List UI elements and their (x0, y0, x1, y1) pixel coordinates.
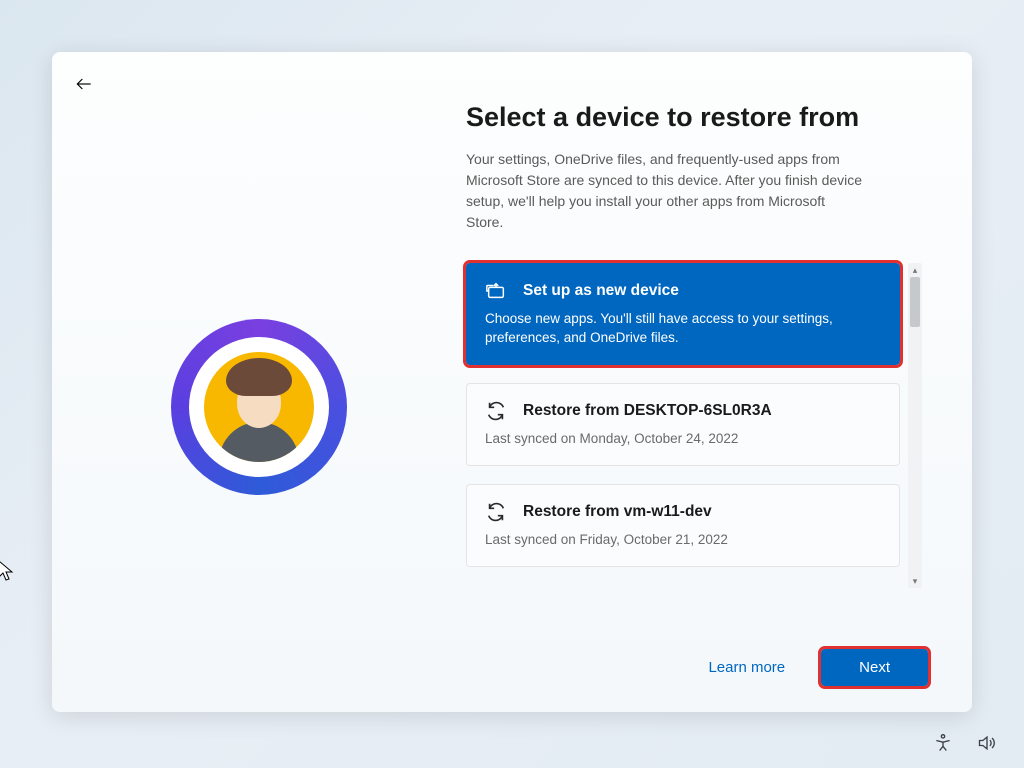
option-title: Set up as new device (523, 282, 679, 300)
option-title: Restore from DESKTOP-6SL0R3A (523, 402, 772, 420)
next-button[interactable]: Next (821, 649, 928, 686)
options-scrollbar[interactable]: ▴ ▾ (908, 263, 922, 588)
accessibility-button[interactable] (932, 732, 954, 754)
page-title: Select a device to restore from (466, 102, 922, 133)
new-device-icon (485, 280, 507, 302)
option-desc: Choose new apps. You'll still have acces… (485, 310, 881, 348)
page-subtext: Your settings, OneDrive files, and frequ… (466, 149, 866, 233)
scrollbar-thumb[interactable] (910, 277, 920, 327)
volume-icon (977, 733, 997, 753)
mouse-cursor-icon (0, 560, 16, 582)
content-area: Select a device to restore from Your set… (52, 52, 972, 712)
scroll-down-icon[interactable]: ▾ (913, 574, 918, 588)
option-new-device[interactable]: Set up as new device Choose new apps. Yo… (466, 263, 900, 365)
volume-button[interactable] (976, 732, 998, 754)
option-title: Restore from vm-w11-dev (523, 503, 712, 521)
options-area: Set up as new device Choose new apps. Yo… (466, 263, 922, 588)
learn-more-link[interactable]: Learn more (708, 659, 785, 676)
option-desc: Last synced on Monday, October 24, 2022 (485, 430, 881, 449)
illustration-pane (52, 102, 466, 712)
sync-icon (485, 400, 507, 422)
option-restore-vm[interactable]: Restore from vm-w11-dev Last synced on F… (466, 484, 900, 567)
footer-actions: Learn more Next (708, 649, 928, 686)
avatar (171, 319, 347, 495)
sync-icon (485, 501, 507, 523)
taskbar-tray (932, 732, 998, 754)
device-options-list: Set up as new device Choose new apps. Yo… (466, 263, 904, 588)
scroll-up-icon[interactable]: ▴ (913, 263, 918, 277)
setup-window: Select a device to restore from Your set… (52, 52, 972, 712)
back-button[interactable] (72, 72, 96, 96)
option-desc: Last synced on Friday, October 21, 2022 (485, 531, 881, 550)
form-pane: Select a device to restore from Your set… (466, 102, 972, 712)
arrow-left-icon (74, 74, 94, 94)
accessibility-icon (933, 733, 953, 753)
option-restore-desktop[interactable]: Restore from DESKTOP-6SL0R3A Last synced… (466, 383, 900, 466)
